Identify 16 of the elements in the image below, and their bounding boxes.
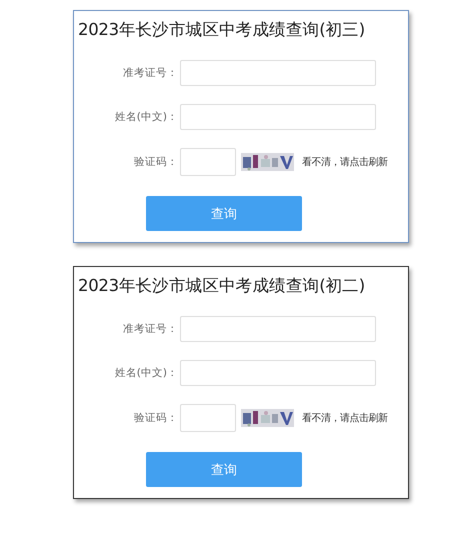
input-field[interactable]: [180, 60, 376, 86]
field-label: 准考证号：: [122, 322, 179, 336]
refresh-hint[interactable]: 看不清，请点击刷新: [302, 155, 388, 169]
card-title: 2023年长沙市城区中考成绩查询(初二): [77, 275, 366, 297]
field-label: 验证码：: [133, 155, 179, 169]
captcha-field[interactable]: [180, 148, 236, 176]
input-field[interactable]: [180, 316, 376, 342]
input-field[interactable]: [180, 104, 376, 130]
field-label: 准考证号：: [122, 66, 179, 80]
captcha-field[interactable]: [180, 404, 236, 432]
field-label: 姓名(中文)：: [114, 110, 179, 124]
field-label: 姓名(中文)：: [114, 366, 179, 380]
field-label: 验证码：: [133, 411, 179, 425]
refresh-hint[interactable]: 看不清，请点击刷新: [302, 411, 388, 425]
card-title: 2023年长沙市城区中考成绩查询(初三): [77, 19, 366, 41]
input-field[interactable]: [180, 360, 376, 386]
